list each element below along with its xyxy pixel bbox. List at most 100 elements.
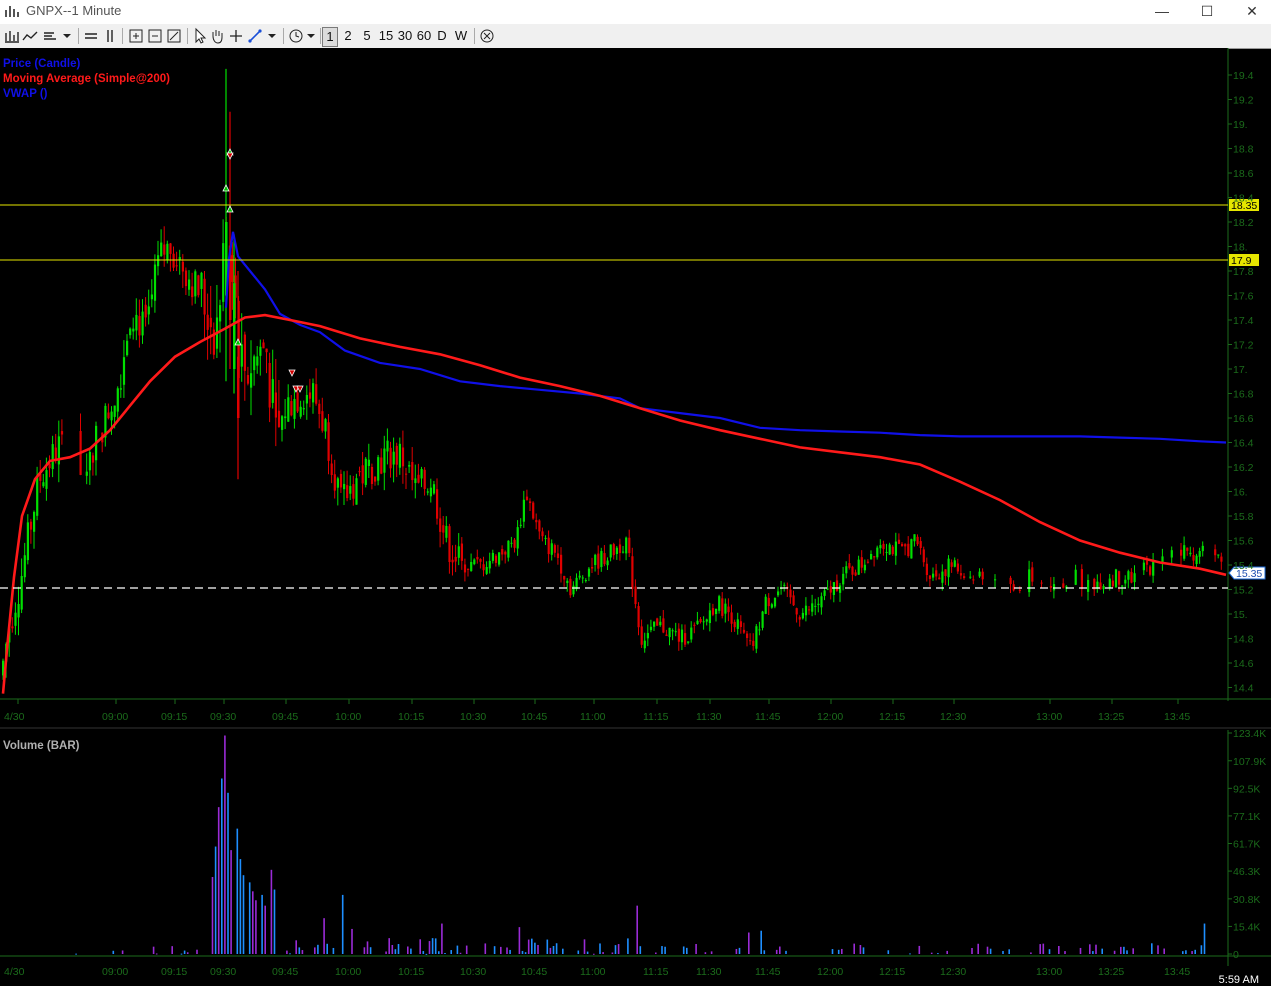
candle-body — [1186, 547, 1189, 551]
candle-body — [814, 605, 817, 607]
volume-bar — [639, 946, 642, 954]
volume-bar — [1039, 944, 1041, 954]
candle-body — [346, 485, 349, 499]
candle-body — [1121, 585, 1124, 587]
price-tick-label: 16.4 — [1233, 438, 1254, 450]
chart-area[interactable]: 18.3517.915.35 19.419.219.18.818.618.418… — [0, 48, 1271, 976]
candle-body — [160, 242, 163, 257]
volume-bar — [196, 949, 198, 954]
volume-bar — [534, 942, 536, 954]
candle-body — [33, 511, 36, 532]
candle-body — [959, 573, 963, 576]
volume-bar — [484, 943, 487, 954]
volume-bar — [298, 947, 301, 954]
candle-body — [1198, 551, 1201, 557]
draw-line-icon[interactable] — [247, 27, 263, 45]
time-tick-label: 10:00 — [335, 711, 361, 723]
candle-body — [764, 596, 767, 614]
minimize-button[interactable]: — — [1139, 0, 1185, 24]
vertical-lines-icon[interactable] — [104, 27, 116, 45]
volume-bar — [555, 943, 558, 954]
timeframe-30-button[interactable]: 30 — [396, 27, 414, 45]
volume-time-label: 09:45 — [272, 966, 298, 976]
timeframe-1-button[interactable]: 1 — [322, 27, 338, 47]
candle-body — [727, 606, 730, 613]
close-button[interactable]: ✕ — [1229, 0, 1271, 24]
time-tick-label: 11:15 — [643, 711, 669, 723]
candle-body — [370, 466, 374, 484]
candle-body — [1192, 554, 1195, 561]
candle-body — [932, 573, 935, 578]
candle-body — [1009, 577, 1012, 584]
candle-body — [591, 566, 594, 569]
price-tick-label: 14.8 — [1233, 634, 1254, 646]
candle-body — [808, 609, 811, 611]
volume-bar — [1113, 950, 1116, 954]
candle-body — [885, 551, 888, 553]
candle-body — [963, 576, 966, 579]
zoom-in-icon[interactable] — [128, 27, 144, 45]
time-tick-label: 11:45 — [755, 711, 781, 723]
volume-bar — [155, 953, 158, 955]
clock-icon[interactable] — [288, 27, 304, 45]
volume-bar — [394, 949, 397, 954]
volume-bar — [1058, 945, 1060, 954]
hand-icon[interactable] — [209, 27, 225, 45]
volume-bar — [1042, 943, 1045, 954]
candle-body — [535, 520, 538, 523]
pointer-icon[interactable] — [192, 27, 208, 45]
candle-body — [246, 375, 250, 384]
candle-body — [783, 584, 786, 586]
candle-body — [817, 603, 820, 606]
timeframe-2-button[interactable]: 2 — [341, 27, 355, 45]
candle-body — [476, 556, 479, 560]
price-tick-label: 17.6 — [1233, 291, 1254, 303]
bars-icon[interactable] — [4, 27, 20, 45]
timeframe-5-button[interactable]: 5 — [360, 27, 374, 45]
volume-tick-label: 46.3K — [1233, 866, 1260, 878]
candle-body — [622, 551, 625, 553]
candle-body — [907, 543, 910, 557]
candle-body — [773, 597, 777, 607]
candle-body — [126, 340, 129, 356]
timeframe-15-button[interactable]: 15 — [377, 27, 395, 45]
candle-body — [374, 476, 377, 482]
time-axis: 4/30 09:00 09:15 09:30 09:45 10:00 10:15 10:30 1… — [4, 699, 1190, 723]
crosshair-icon[interactable] — [228, 27, 244, 45]
maximize-button[interactable]: ☐ — [1184, 0, 1230, 24]
volume-bar — [859, 944, 862, 954]
volume-bar — [531, 938, 533, 954]
volume-time-label: 12:00 — [817, 966, 843, 976]
volume-bar — [748, 932, 750, 954]
chart-type-icon[interactable] — [42, 27, 58, 45]
candle-body — [690, 627, 693, 640]
candle-body — [194, 271, 197, 297]
line-chart-icon[interactable] — [22, 27, 38, 45]
cancel-icon[interactable] — [479, 27, 495, 45]
candle-body — [1152, 560, 1155, 576]
timeframe-60-button[interactable]: 60 — [415, 27, 433, 45]
dropdown-icon[interactable] — [306, 27, 316, 45]
timeframe-daily-button[interactable]: D — [435, 27, 449, 45]
timeframe-weekly-button[interactable]: W — [453, 27, 469, 45]
candle-body — [442, 525, 445, 533]
candle-body — [677, 628, 680, 642]
zoom-out-icon[interactable] — [147, 27, 163, 45]
candle-body — [463, 564, 467, 573]
candle-body — [175, 265, 178, 267]
dropdown-icon[interactable] — [267, 27, 277, 45]
candle-body — [587, 568, 591, 577]
volume-bar — [242, 875, 245, 954]
zoom-fit-icon[interactable] — [166, 27, 182, 45]
volume-bar — [273, 889, 276, 954]
dropdown-icon[interactable] — [62, 27, 72, 45]
candle-body — [553, 545, 556, 553]
candle-body — [863, 564, 866, 571]
price-panel[interactable] — [0, 48, 1271, 966]
candle-body — [439, 518, 442, 532]
horizontal-lines-icon[interactable] — [84, 27, 98, 45]
volume-bar — [785, 950, 787, 954]
candle-body — [950, 562, 953, 567]
volume-bar — [186, 952, 189, 954]
candle-body — [1220, 556, 1223, 562]
